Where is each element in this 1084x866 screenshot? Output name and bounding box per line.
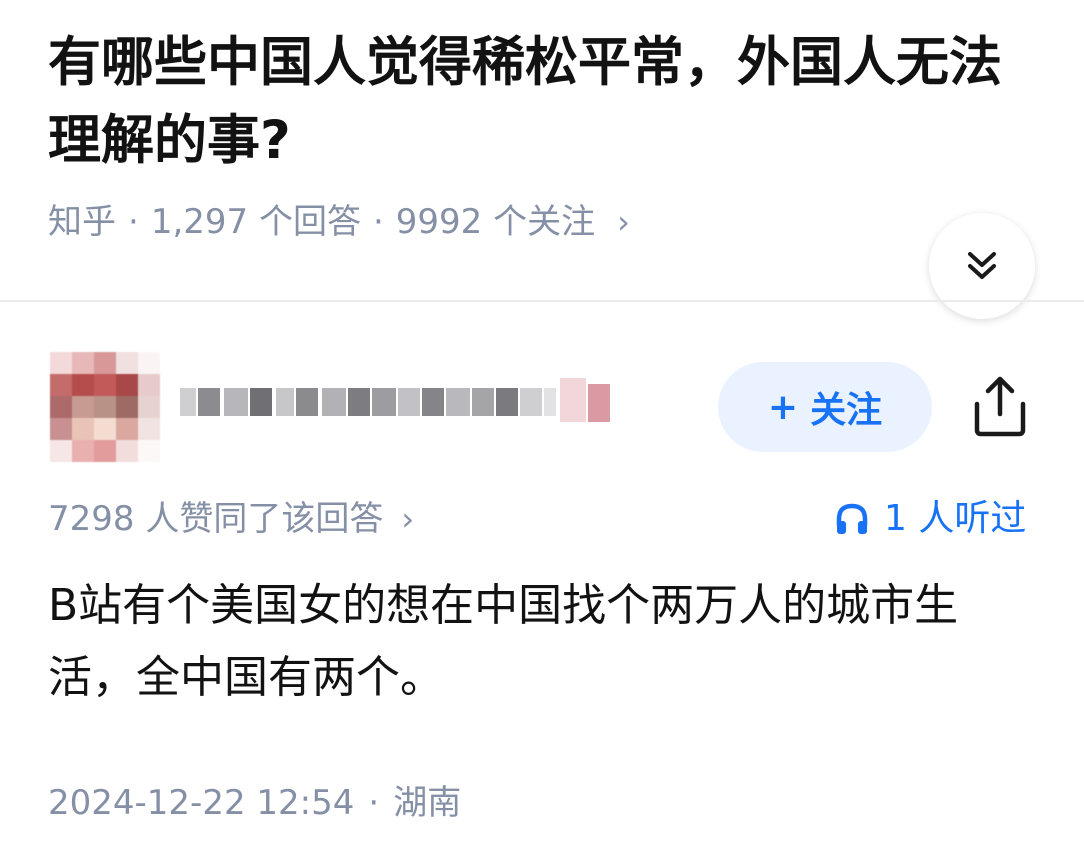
chevron-right-icon: ›: [617, 203, 630, 241]
vote-summary[interactable]: 7298 人赞同了该回答 ›: [48, 494, 414, 544]
question-meta[interactable]: 知乎 · 1,297 个回答 · 9992 个关注 ›: [48, 196, 630, 248]
question-title[interactable]: 有哪些中国人觉得稀松平常，外国人无法理解的事?: [48, 24, 1038, 180]
follower-count: 9992 个关注: [395, 202, 596, 242]
vote-count: 7298 人赞同了该回答: [48, 499, 384, 539]
answer-footer: 2024-12-22 12:54 · 湖南: [48, 778, 461, 828]
meta-separator: ·: [372, 202, 384, 242]
divider: [0, 300, 1084, 302]
answer-count: 1,297 个回答: [150, 202, 361, 242]
answer-date: 2024-12-22 12:54: [48, 783, 355, 823]
follow-button[interactable]: + 关注: [718, 362, 932, 452]
share-button[interactable]: [966, 370, 1034, 442]
share-icon: [974, 376, 1026, 437]
double-chevron-down-icon: [968, 252, 996, 279]
chevron-right-icon: ›: [401, 500, 415, 538]
follow-button-label: 关注: [810, 390, 883, 431]
listened-count: 1 人听过: [884, 498, 1027, 539]
listened-indicator[interactable]: 1 人听过: [834, 494, 1026, 544]
answer-location: 湖南: [393, 783, 462, 823]
author-avatar[interactable]: [50, 352, 160, 462]
author-name[interactable]: [180, 378, 620, 426]
source-label: 知乎: [48, 202, 116, 242]
meta-separator: ·: [128, 202, 139, 242]
plus-icon: +: [767, 386, 799, 428]
answer-content[interactable]: B站有个美国女的想在中国找个两万人的城市生活，全中国有两个。: [48, 570, 1038, 714]
footer-separator: ·: [368, 783, 380, 823]
headphones-icon: [836, 503, 868, 534]
collapse-button[interactable]: [929, 213, 1035, 319]
